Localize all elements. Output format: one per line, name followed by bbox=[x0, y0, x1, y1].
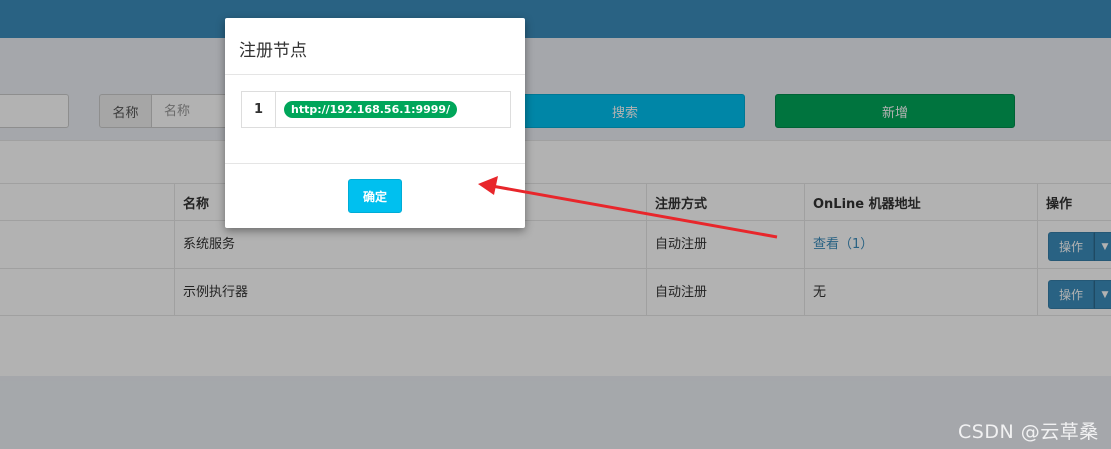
modal-footer: 确定 bbox=[225, 163, 525, 228]
register-nodes-modal: 注册节点 1 http://192.168.56.1:9999/ 确定 bbox=[225, 18, 525, 228]
confirm-button[interactable]: 确定 bbox=[348, 179, 402, 213]
modal-title: 注册节点 bbox=[225, 18, 525, 75]
modal-backdrop[interactable] bbox=[0, 0, 1111, 449]
node-url-cell: http://192.168.56.1:9999/ bbox=[276, 92, 458, 127]
node-row: 1 http://192.168.56.1:9999/ bbox=[241, 91, 511, 128]
modal-body: 1 http://192.168.56.1:9999/ bbox=[241, 91, 511, 128]
watermark: CSDN @云草桑 bbox=[958, 421, 1099, 443]
node-index: 1 bbox=[242, 92, 276, 127]
node-url-badge: http://192.168.56.1:9999/ bbox=[284, 101, 458, 118]
